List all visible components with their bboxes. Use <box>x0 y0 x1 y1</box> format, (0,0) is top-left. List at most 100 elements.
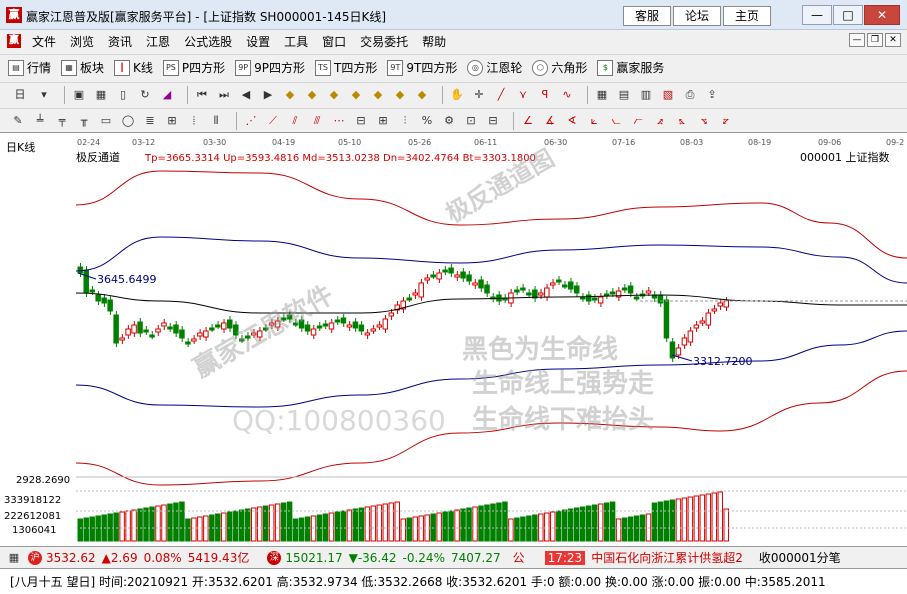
toolbar-hexagon-button[interactable]: ⬡ 六角形 <box>532 59 587 76</box>
menu-help[interactable]: 帮助 <box>415 33 453 50</box>
fork-tool-icon[interactable]: ⋎ <box>515 87 531 103</box>
angle-8-icon[interactable]: ⦩ <box>674 113 690 129</box>
sz-price[interactable]: 15021.17 <box>285 551 342 565</box>
toolbar-t-square-button[interactable]: TS T四方形 <box>315 59 377 76</box>
cycle-tool-icon[interactable]: ⦙ <box>186 113 202 129</box>
news-headline[interactable]: 中国石化向浙江累计供氢超2 <box>591 549 743 566</box>
menu-formula[interactable]: 公式选股 <box>177 33 239 50</box>
percent-tool-icon[interactable]: % <box>419 113 435 129</box>
toolbar-sector-button[interactable]: ▦ 板块 <box>61 59 104 76</box>
angle-7-icon[interactable]: ⦨ <box>652 113 668 129</box>
candle-style-icon[interactable]: ▯ <box>115 87 131 103</box>
export-icon[interactable]: ⇪ <box>704 87 720 103</box>
angle-6-icon[interactable]: ⦧ <box>630 113 646 129</box>
trend-tool-icon[interactable]: ╤ <box>54 113 70 129</box>
home-link[interactable]: 主页 <box>723 6 771 26</box>
diamond-1-icon[interactable]: ◆ <box>282 87 298 103</box>
fib-tool-icon[interactable]: ≣ <box>142 113 158 129</box>
menu-browse[interactable]: 浏览 <box>63 33 101 50</box>
angle-10-icon[interactable]: ⦫ <box>718 113 734 129</box>
crosshair-icon[interactable]: ✛ <box>471 87 487 103</box>
report-icon[interactable]: ▧ <box>660 87 676 103</box>
toolbar-9p-square-button[interactable]: 9P 9P四方形 <box>235 59 305 76</box>
menu-info[interactable]: 资讯 <box>101 33 139 50</box>
circle-tool-icon[interactable]: ◯ <box>120 113 136 129</box>
calendar-icon[interactable]: ▦ <box>594 87 610 103</box>
toolbar-kline-button[interactable]: ┃ K线 <box>114 59 153 76</box>
forum-link[interactable]: 论坛 <box>673 6 721 26</box>
gear-icon[interactable]: ⚙ <box>441 113 457 129</box>
fan-1-icon[interactable]: ⋰ <box>243 113 259 129</box>
fan-6-icon[interactable]: ⊟ <box>353 113 369 129</box>
angle-4-icon[interactable]: ⟀ <box>586 113 602 129</box>
diamond-4-icon[interactable]: ◆ <box>348 87 364 103</box>
channel-tool-icon[interactable]: ╥ <box>76 113 92 129</box>
color-icon[interactable]: ◢ <box>159 87 175 103</box>
fan-5-icon[interactable]: ⋯ <box>331 113 347 129</box>
pattern-tool-icon[interactable]: ꟼ <box>537 87 553 103</box>
last-page-icon[interactable]: ⏭ <box>216 87 232 103</box>
diamond-7-icon[interactable]: ◆ <box>414 87 430 103</box>
diamond-6-icon[interactable]: ◆ <box>392 87 408 103</box>
angle-1-icon[interactable]: ∠ <box>520 113 536 129</box>
fan-8-icon[interactable]: ⫶ <box>397 113 413 129</box>
gann-box-icon[interactable]: ⊞ <box>164 113 180 129</box>
diamond-2-icon[interactable]: ◆ <box>304 87 320 103</box>
refresh-icon[interactable]: ↻ <box>137 87 153 103</box>
minimize-button[interactable]: — <box>802 5 832 25</box>
toolbar-gann-wheel-button[interactable]: ◎ 江恩轮 <box>467 59 522 76</box>
fan-2-icon[interactable]: ⟋ <box>265 113 281 129</box>
maximize-button[interactable]: □ <box>833 5 863 25</box>
first-page-icon[interactable]: ⏮ <box>194 87 210 103</box>
menu-window[interactable]: 窗口 <box>315 33 353 50</box>
mdi-restore-button[interactable]: ❐ <box>867 33 883 47</box>
fan-10-icon[interactable]: ⊟ <box>485 113 501 129</box>
rectangle-tool-icon[interactable]: ▭ <box>98 113 114 129</box>
period-lines-icon[interactable]: ⫴ <box>208 113 224 129</box>
table-icon[interactable]: ▥ <box>638 87 654 103</box>
toolbar-quotes-button[interactable]: ▤ 行情 <box>8 59 51 76</box>
menu-gann[interactable]: 江恩 <box>139 33 177 50</box>
menu-trade[interactable]: 交易委托 <box>353 33 415 50</box>
period-selector[interactable]: 日 <box>10 87 30 103</box>
fan-4-icon[interactable]: ⫻ <box>309 113 325 129</box>
menu-file[interactable]: 文件 <box>25 33 63 50</box>
fan-9-icon[interactable]: ⊡ <box>463 113 479 129</box>
sh-price[interactable]: 3532.62 <box>46 551 96 565</box>
chart-tab-label[interactable]: 日K线 <box>6 140 35 154</box>
diamond-3-icon[interactable]: ◆ <box>326 87 342 103</box>
level-tool-icon[interactable]: ╧ <box>32 113 48 129</box>
angle-5-icon[interactable]: ⦦ <box>608 113 624 129</box>
chart-area[interactable]: 02-24 03-12 03-30 04-19 05-10 05-26 06-1… <box>0 132 907 546</box>
calculator-icon[interactable]: ▦ <box>6 550 22 566</box>
toolbar-service-button[interactable]: $ 赢家服务 <box>597 59 664 76</box>
line-tool-icon[interactable]: ╱ <box>493 87 509 103</box>
scroll-right-icon[interactable]: ▶ <box>260 87 276 103</box>
grid-icon[interactable]: ▦ <box>93 87 109 103</box>
angle-9-icon[interactable]: ⦪ <box>696 113 712 129</box>
hand-tool-icon[interactable]: ✋ <box>449 87 465 103</box>
angle-2-icon[interactable]: ∡ <box>542 113 558 129</box>
toolbar-p-square-button[interactable]: PS P四方形 <box>162 59 225 76</box>
scroll-left-icon[interactable]: ◀ <box>238 87 254 103</box>
print-icon[interactable]: ⎙ <box>682 87 698 103</box>
menu-tools[interactable]: 工具 <box>277 33 315 50</box>
support-link[interactable]: 客服 <box>623 6 671 26</box>
pencil-tool-icon[interactable]: ✎ <box>10 113 26 129</box>
toolbar-9t-square-button[interactable]: 9T 9T四方形 <box>387 59 457 76</box>
dropdown-arrow-icon[interactable]: ▾ <box>36 87 52 103</box>
notice-label[interactable]: 公 <box>513 549 525 566</box>
calculator-icon[interactable]: ▤ <box>616 87 632 103</box>
kline-chart[interactable]: 02-24 03-12 03-30 04-19 05-10 05-26 06-1… <box>0 133 907 547</box>
fan-7-icon[interactable]: ⊞ <box>375 113 391 129</box>
chart-style-icon[interactable]: ▣ <box>71 87 87 103</box>
mdi-minimize-button[interactable]: — <box>849 33 865 47</box>
wave-tool-icon[interactable]: ∿ <box>559 87 575 103</box>
fan-3-icon[interactable]: ⫽ <box>287 113 303 129</box>
menu-settings[interactable]: 设置 <box>239 33 277 50</box>
mdi-close-button[interactable]: ✕ <box>885 33 901 47</box>
angle-3-icon[interactable]: ∢ <box>564 113 580 129</box>
close-button[interactable]: ✕ <box>864 5 900 25</box>
diamond-5-icon[interactable]: ◆ <box>370 87 386 103</box>
tick-extra[interactable]: 收000001分笔 <box>759 549 841 566</box>
